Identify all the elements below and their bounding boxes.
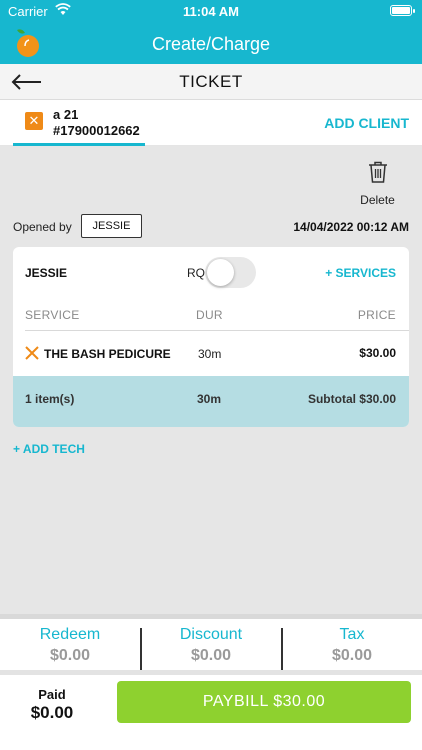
add-client-button[interactable]: ADD CLIENT <box>324 115 409 131</box>
discount-cell[interactable]: Discount $0.00 <box>141 624 281 669</box>
client-tab[interactable]: ✕ a 21 #17900012662 <box>13 100 145 146</box>
totals-bar: Redeem $0.00 Discount $0.00 Tax $0.00 <box>0 614 422 671</box>
ticket-bar: TICKET <box>0 64 422 100</box>
page-title: Create/Charge <box>151 34 271 54</box>
ticket-body: Delete Opened by JESSIE 14/04/2022 00:12… <box>0 146 422 614</box>
battery-icon <box>390 5 415 16</box>
opened-by-tech[interactable]: JESSIE <box>81 214 142 238</box>
header-divider <box>25 330 409 331</box>
subtotal-duration: 30m <box>197 392 222 406</box>
ticket-title: TICKET <box>179 72 243 91</box>
service-price: $30.00 <box>359 346 396 360</box>
rq-label: RQ <box>187 266 205 280</box>
delete-label: Delete <box>360 193 395 207</box>
footer: Paid $0.00 PAYBILL $30.00 <box>0 670 422 750</box>
paid-value: $0.00 <box>30 703 74 722</box>
redeem-cell[interactable]: Redeem $0.00 <box>0 624 140 669</box>
trash-icon <box>367 161 389 188</box>
paybill-button[interactable]: PAYBILL $30.00 <box>117 681 411 723</box>
tax-cell[interactable]: Tax $0.00 <box>282 624 422 669</box>
add-services-button[interactable]: + SERVICES <box>325 266 396 280</box>
toggle-knob <box>207 259 234 286</box>
app-header: Create/Charge <box>0 22 422 64</box>
redeem-label: Redeem <box>39 626 101 643</box>
rq-toggle[interactable] <box>205 257 256 288</box>
opened-by-label: Opened by <box>13 220 72 234</box>
discount-value: $0.00 <box>190 647 232 664</box>
remove-client-icon[interactable]: ✕ <box>25 112 43 130</box>
status-bar: Carrier 11:04 AM <box>0 0 422 22</box>
tech-card: JESSIE RQ + SERVICES SERVICE DUR PRICE T… <box>13 247 409 427</box>
column-header-dur: DUR <box>196 308 223 322</box>
discount-label: Discount <box>179 626 243 643</box>
tech-name: JESSIE <box>25 266 68 280</box>
opened-timestamp: 14/04/2022 00:12 AM <box>293 220 409 234</box>
redeem-value: $0.00 <box>49 647 91 664</box>
tax-label: Tax <box>339 626 365 643</box>
remove-service-icon[interactable] <box>25 346 39 365</box>
client-name: a 21 <box>53 107 79 122</box>
service-name[interactable]: THE BASH PEDICURE <box>44 347 171 361</box>
subtotal-amount: Subtotal $30.00 <box>307 392 396 406</box>
column-header-service: SERVICE <box>25 308 80 322</box>
add-tech-button[interactable]: + ADD TECH <box>13 442 85 456</box>
client-phone: #17900012662 <box>53 123 140 138</box>
delete-button[interactable]: Delete <box>355 160 400 207</box>
paid-label: Paid <box>38 687 66 702</box>
service-duration: 30m <box>198 347 222 361</box>
subtotal-row: 1 item(s) 30m Subtotal $30.00 <box>13 376 409 427</box>
item-count: 1 item(s) <box>25 392 75 406</box>
column-header-price: PRICE <box>357 308 396 322</box>
client-bar: ✕ a 21 #17900012662 ADD CLIENT <box>0 100 422 146</box>
tax-value: $0.00 <box>331 647 373 664</box>
paid-summary: Paid $0.00 <box>18 687 86 723</box>
status-time: 11:04 AM <box>183 4 239 19</box>
